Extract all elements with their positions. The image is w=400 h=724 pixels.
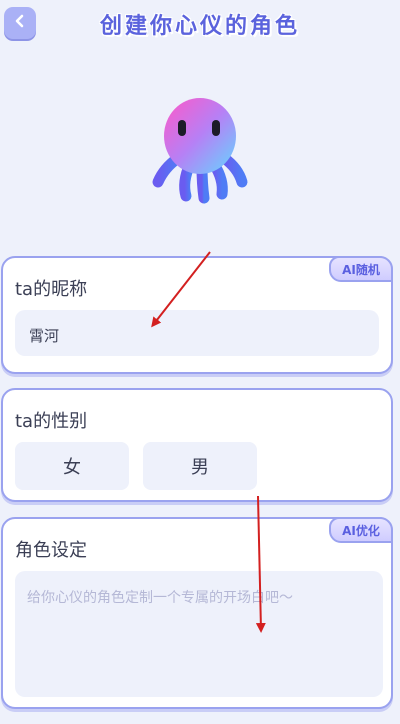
octopus-mascot-icon: [140, 92, 260, 212]
role-setting-input[interactable]: [15, 571, 383, 697]
role-setting-card: AI优化 角色设定: [1, 517, 393, 709]
nickname-input[interactable]: 霄河: [15, 310, 379, 356]
nickname-label: ta的昵称: [15, 279, 88, 300]
ai-random-button[interactable]: AI随机: [329, 256, 393, 282]
page-title: 创建你心仪的角色: [99, 14, 300, 39]
role-setting-label: 角色设定: [15, 540, 87, 561]
gender-card: ta的性别 女 男: [1, 388, 393, 502]
gender-option-male[interactable]: 男: [143, 442, 257, 490]
nickname-card: AI随机 ta的昵称 霄河: [1, 256, 393, 374]
gender-option-female[interactable]: 女: [15, 442, 129, 490]
gender-label: ta的性别: [15, 411, 88, 432]
ai-optimize-button[interactable]: AI优化: [329, 517, 393, 543]
